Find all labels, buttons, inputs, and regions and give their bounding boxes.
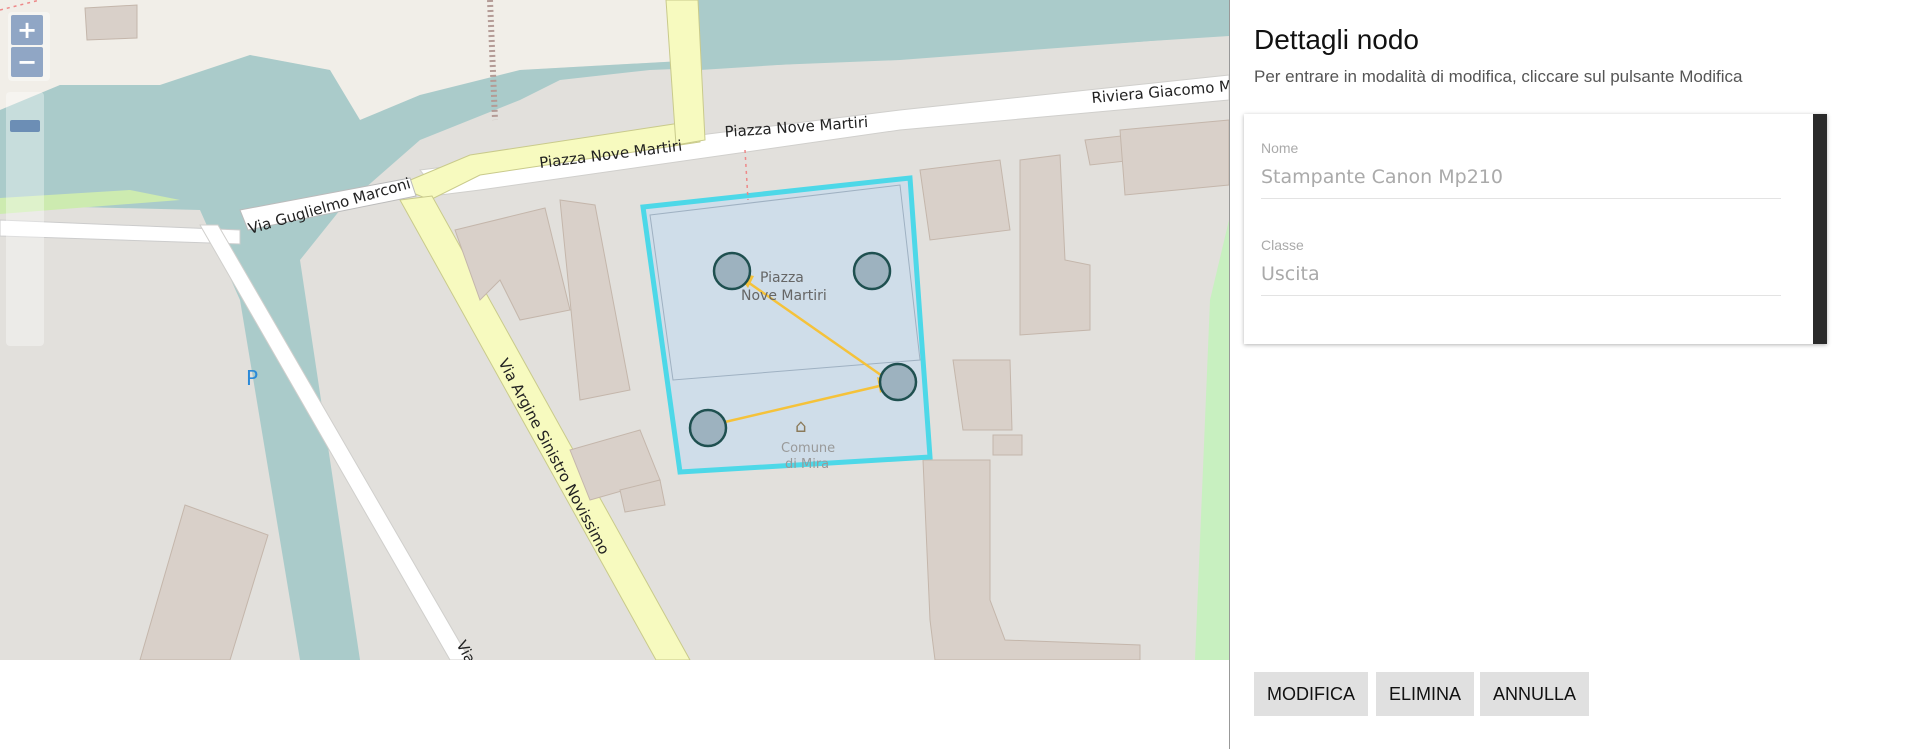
poi-label: Comune — [781, 441, 835, 456]
name-field-label: Nome — [1261, 140, 1299, 156]
annulla-button[interactable]: ANNULLA — [1480, 672, 1590, 716]
place-label: Nove Martiri — [741, 288, 827, 304]
node-marker[interactable] — [852, 251, 892, 291]
map-canvas[interactable]: Piazza Nove Martiri Piazza Nove Martiri … — [0, 0, 1229, 660]
zoom-out-button[interactable]: − — [11, 47, 43, 77]
poi-label: di Mira — [785, 457, 829, 472]
node-marker[interactable] — [712, 251, 752, 291]
class-field-value[interactable]: Uscita — [1261, 263, 1781, 295]
elimina-button[interactable]: ELIMINA — [1376, 672, 1475, 716]
map-view[interactable]: Piazza Nove Martiri Piazza Nove Martiri … — [0, 0, 1229, 660]
modifica-button[interactable]: MODIFICA — [1254, 672, 1368, 716]
details-panel: Dettagli nodo Per entrare in modalità di… — [1229, 0, 1911, 749]
zoom-slider[interactable] — [6, 92, 44, 346]
class-field-label: Classe — [1261, 237, 1304, 253]
panel-title: Dettagli nodo — [1254, 24, 1420, 55]
class-field[interactable]: Classe Uscita — [1261, 237, 1781, 296]
node-details-card: Nome Stampante Canon Mp210 Classe Uscita — [1244, 114, 1827, 344]
selected-area-polygon[interactable] — [640, 175, 933, 475]
name-field-value[interactable]: Stampante Canon Mp210 — [1261, 166, 1781, 198]
zoom-slider-thumb[interactable] — [10, 120, 40, 132]
name-field[interactable]: Nome Stampante Canon Mp210 — [1261, 140, 1781, 199]
zoom-control: + − — [8, 12, 50, 81]
zoom-in-button[interactable]: + — [11, 15, 43, 45]
parking-icon: P — [246, 366, 258, 390]
place-label: Piazza — [760, 270, 804, 286]
node-marker[interactable] — [688, 408, 728, 448]
town-hall-icon: ⌂ — [795, 416, 806, 437]
panel-subtitle: Per entrare in modalità di modifica, cli… — [1254, 67, 1743, 86]
node-marker[interactable] — [878, 362, 918, 402]
